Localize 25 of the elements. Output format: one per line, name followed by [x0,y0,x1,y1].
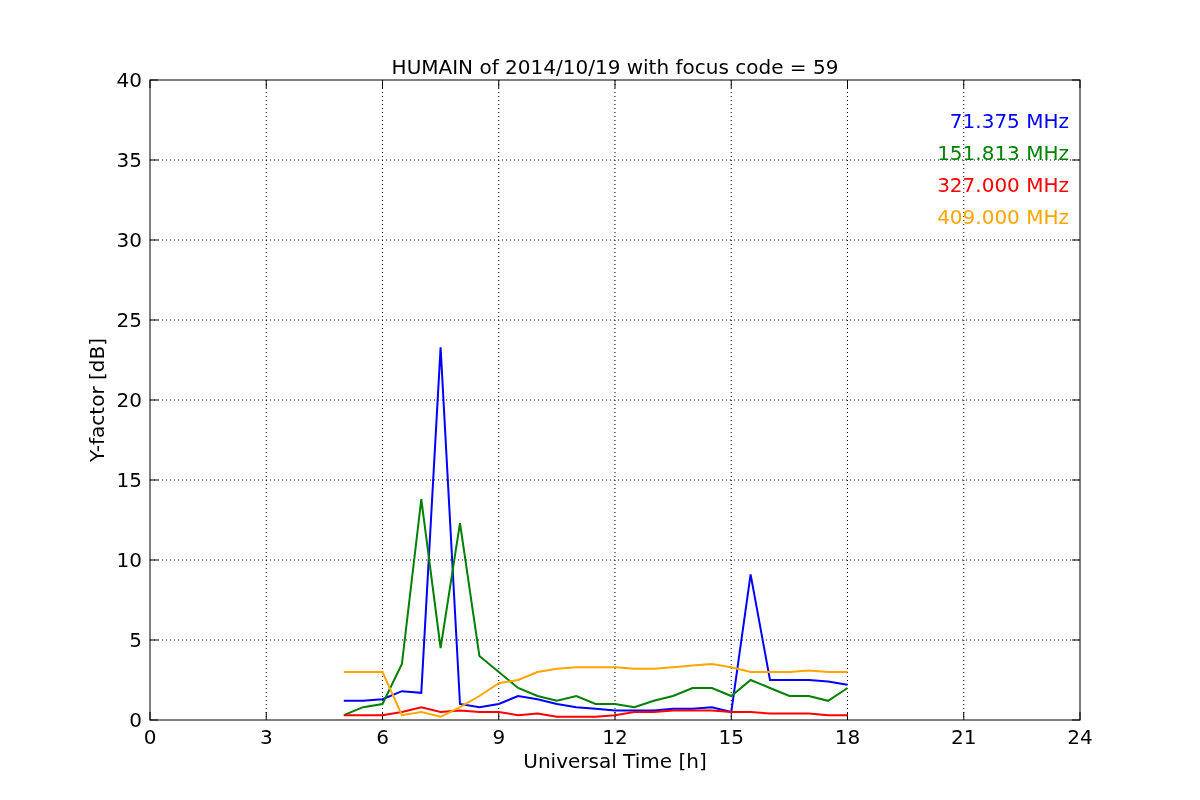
tick-label: 18 [834,725,861,749]
tick-label: 25 [116,308,142,332]
tick-label: 35 [116,148,142,172]
tick-label: 9 [492,725,506,749]
tick-label: 0 [129,708,142,732]
legend-label: 151.813 MHz [937,141,1069,165]
y-axis-title: Y-factor [dB] [85,338,109,462]
tick-label: 30 [116,228,142,252]
tick-label: 10 [116,548,142,572]
tick-label: 20 [116,388,142,412]
tick-label: 15 [718,725,744,749]
tick-label: 15 [116,468,142,492]
tick-label: 5 [129,628,142,652]
chart-title: HUMAIN of 2014/10/19 with focus code = 59 [391,55,839,79]
x-axis-title: Universal Time [h] [523,749,707,773]
tick-label: 12 [602,725,628,749]
tick-label: 0 [143,725,157,749]
legend-label: 327.000 MHz [937,173,1069,197]
legend-label: 71.375 MHz [949,109,1069,133]
tick-label: 6 [376,725,389,749]
tick-label: 3 [259,725,273,749]
tick-label: 40 [116,68,142,92]
legend-label: 409.000 MHz [937,205,1069,229]
tick-label: 24 [1067,725,1093,749]
tick-label: 21 [951,725,977,749]
